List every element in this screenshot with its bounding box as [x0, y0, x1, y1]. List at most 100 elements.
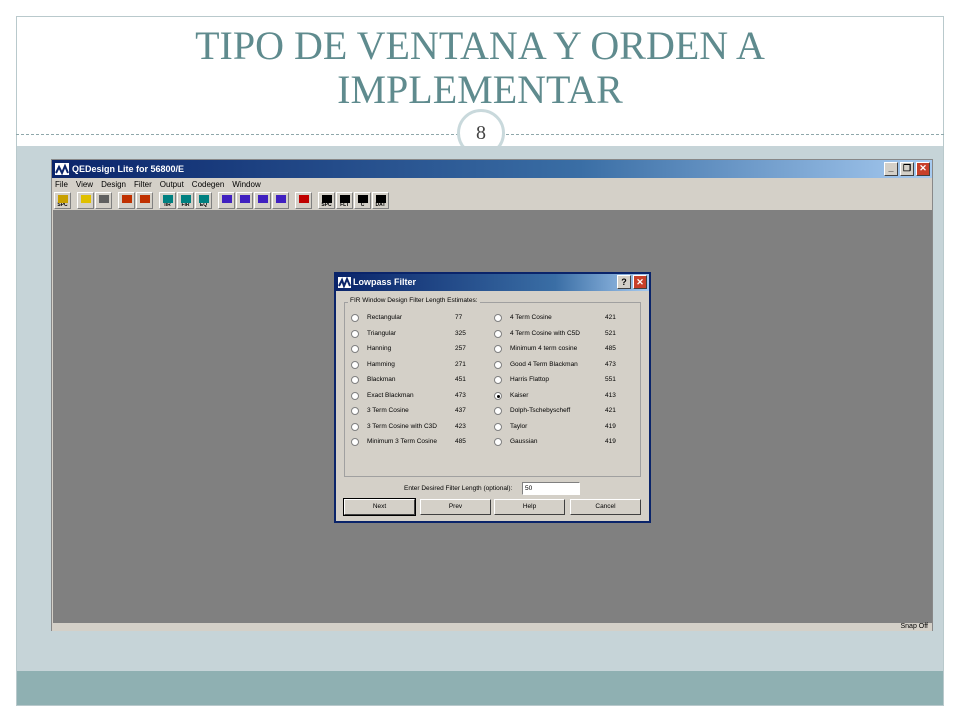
next-button[interactable]: Next — [343, 498, 416, 516]
radio-button[interactable] — [494, 391, 502, 400]
window-option[interactable]: Kaiser 413 — [494, 391, 625, 401]
toolbar-bandpass-button[interactable] — [254, 192, 271, 209]
folder-icon — [58, 195, 68, 203]
close-icon[interactable]: ✕ — [633, 275, 647, 289]
toolbar-save-c-button[interactable]: C — [354, 192, 371, 209]
option-length-estimate: 419 — [605, 438, 616, 445]
radio-button[interactable] — [494, 329, 502, 338]
radio-button[interactable] — [351, 314, 359, 322]
option-name: Blackman — [367, 376, 396, 383]
radio-button[interactable] — [494, 438, 502, 446]
toolbar-spc-open-button[interactable]: SPC — [54, 192, 71, 209]
window-option[interactable]: Hanning 257 — [351, 344, 475, 354]
disk-icon — [358, 195, 368, 203]
radio-button[interactable] — [494, 314, 502, 322]
radio-button[interactable] — [351, 422, 359, 431]
radio-button[interactable] — [494, 376, 502, 384]
dialog-titlebar[interactable]: Lowpass Filter ? ✕ — [336, 274, 649, 291]
menu-design[interactable]: Design — [101, 179, 126, 191]
option-name: Gaussian — [510, 438, 538, 445]
option-length-estimate: 451 — [455, 376, 466, 383]
toolbar-bandstop-button[interactable] — [272, 192, 289, 209]
toolbar-eq-button[interactable]: EQ — [195, 192, 212, 209]
menu-bar: File View Design Filter Output Codegen W… — [52, 179, 932, 191]
radio-button[interactable] — [494, 360, 502, 369]
option-name: Exact Blackman — [367, 391, 414, 399]
window-option[interactable]: Minimum 3 Term Cosine 485 — [351, 437, 475, 447]
option-length-estimate: 473 — [605, 360, 616, 368]
window-controls: _ ❐ ✕ — [884, 162, 930, 176]
toolbar-edit-button[interactable] — [118, 192, 135, 209]
filter-length-input[interactable] — [522, 482, 580, 495]
toolbar-save-dat-button[interactable]: DAT — [372, 192, 389, 209]
option-name: Hanning — [367, 345, 392, 352]
window-option[interactable]: Good 4 Term Blackman 473 — [494, 360, 625, 370]
window-option[interactable]: 3 Term Cosine 437 — [351, 406, 475, 416]
radio-button[interactable] — [351, 345, 359, 353]
window-option[interactable]: Triangular 325 — [351, 329, 475, 339]
radio-button[interactable] — [351, 329, 359, 338]
iir-icon — [163, 195, 173, 203]
app-titlebar[interactable]: QEDesign Lite for 56800/E _ ❐ ✕ — [52, 160, 932, 178]
window-option[interactable]: Dolph-Tschebyscheff 421 — [494, 406, 625, 416]
window-option[interactable]: Exact Blackman 473 — [351, 391, 475, 401]
window-option[interactable]: 4 Term Cosine with C5D 521 — [494, 329, 625, 339]
menu-output[interactable]: Output — [160, 179, 184, 191]
radio-button[interactable] — [351, 360, 359, 369]
option-name: 3 Term Cosine with C3D — [367, 422, 437, 430]
prev-button[interactable]: Prev — [420, 499, 491, 515]
edit-icon — [122, 195, 132, 203]
menu-codegen[interactable]: Codegen — [192, 179, 224, 191]
toolbar-lowpass-button[interactable] — [218, 192, 235, 209]
window-option[interactable]: Hamming 271 — [351, 360, 475, 370]
toolbar-save-spc-button[interactable]: SPC — [318, 192, 335, 209]
radio-button[interactable] — [351, 407, 359, 415]
window-option[interactable]: Gaussian 419 — [494, 437, 625, 447]
chart-icon — [140, 195, 150, 203]
window-option[interactable]: Rectangular 77 — [351, 313, 475, 323]
disk-icon — [376, 195, 386, 203]
filter-length-label: Enter Desired Filter Length (optional): — [404, 485, 513, 492]
double-arrow-icon — [299, 195, 309, 203]
option-length-estimate: 257 — [455, 345, 466, 352]
radio-button[interactable] — [351, 438, 359, 446]
toolbar-chart-button[interactable] — [136, 192, 153, 209]
option-length-estimate: 271 — [455, 360, 466, 368]
toolbar-fir-button[interactable]: FIR — [177, 192, 194, 209]
menu-window[interactable]: Window — [232, 179, 260, 191]
app-title: QEDesign Lite for 56800/E — [72, 164, 185, 174]
menu-file[interactable]: File — [55, 179, 68, 191]
window-option[interactable]: 3 Term Cosine with C3D 423 — [351, 422, 475, 432]
option-length-estimate: 421 — [605, 407, 616, 414]
toolbar-help-button[interactable] — [77, 192, 94, 209]
toolbar-save-flt-button[interactable]: FLT — [336, 192, 353, 209]
option-length-estimate: 473 — [455, 391, 466, 399]
bandstop-icon — [276, 195, 286, 203]
window-option[interactable]: Taylor 419 — [494, 422, 625, 432]
radio-button[interactable] — [351, 376, 359, 384]
close-icon[interactable]: ✕ — [916, 162, 930, 176]
window-option[interactable]: 4 Term Cosine 421 — [494, 313, 625, 323]
window-option[interactable]: Harris Flattop 551 — [494, 375, 625, 385]
toolbar-arrow-button[interactable] — [295, 192, 312, 209]
restore-icon[interactable]: ❐ — [900, 162, 914, 176]
window-option[interactable]: Blackman 451 — [351, 375, 475, 385]
help-button[interactable]: Help — [494, 499, 565, 515]
help-icon — [81, 195, 91, 203]
toolbar-print-button[interactable] — [95, 192, 112, 209]
window-option[interactable]: Minimum 4 term cosine 485 — [494, 344, 625, 354]
option-length-estimate: 77 — [455, 314, 463, 321]
radio-button[interactable] — [351, 391, 359, 400]
cancel-button[interactable]: Cancel — [570, 499, 641, 515]
radio-button[interactable] — [494, 422, 502, 431]
radio-button[interactable] — [494, 407, 502, 415]
help-icon[interactable]: ? — [617, 275, 631, 289]
option-name: Hamming — [367, 360, 395, 368]
menu-view[interactable]: View — [76, 179, 93, 191]
toolbar-iir-button[interactable]: IIR — [159, 192, 176, 209]
minimize-icon[interactable]: _ — [884, 162, 898, 176]
menu-filter[interactable]: Filter — [134, 179, 152, 191]
option-name: 4 Term Cosine — [510, 314, 552, 321]
toolbar-highpass-button[interactable] — [236, 192, 253, 209]
radio-button[interactable] — [494, 345, 502, 353]
